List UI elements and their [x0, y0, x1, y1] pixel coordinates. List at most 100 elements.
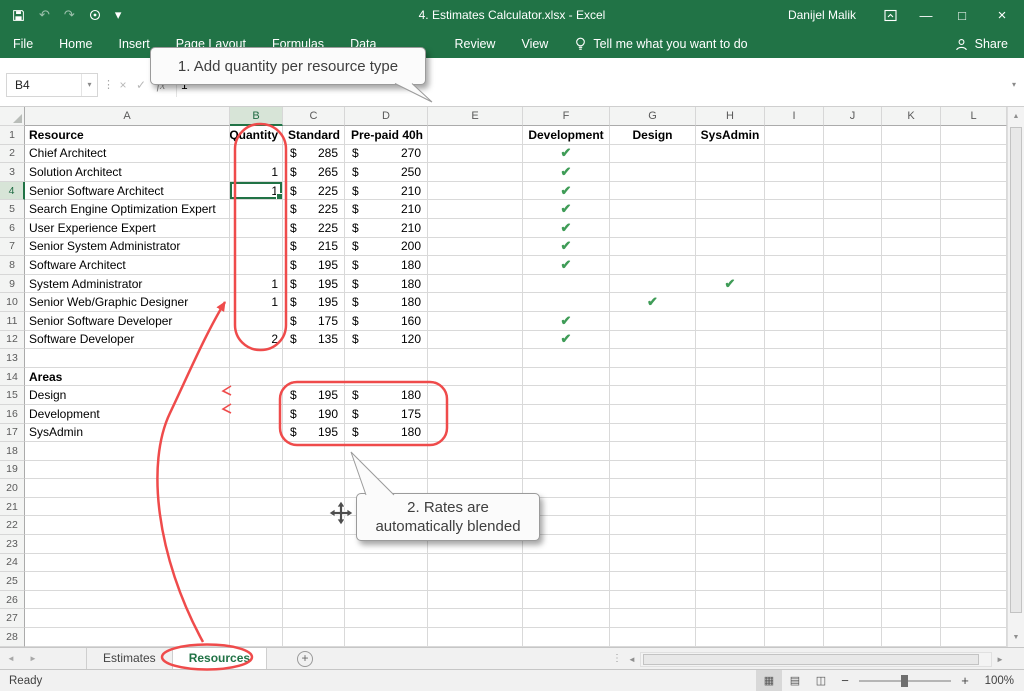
cell-H14[interactable]: [696, 368, 765, 387]
cell-F11[interactable]: ✔: [523, 312, 610, 331]
cell-L19[interactable]: [941, 461, 1007, 480]
cell-H28[interactable]: [696, 628, 765, 647]
tab-view[interactable]: View: [508, 30, 561, 58]
cell-L20[interactable]: [941, 479, 1007, 498]
cell-B6[interactable]: [230, 219, 283, 238]
cell-I5[interactable]: [765, 200, 824, 219]
cell-B11[interactable]: [230, 312, 283, 331]
cell-C14[interactable]: [283, 368, 345, 387]
cell-G21[interactable]: [610, 498, 696, 517]
cell-G23[interactable]: [610, 535, 696, 554]
cell-L22[interactable]: [941, 516, 1007, 535]
row-header-5[interactable]: 5: [0, 200, 25, 219]
cell-E15[interactable]: [428, 386, 523, 405]
cell-G11[interactable]: [610, 312, 696, 331]
cell-K15[interactable]: [882, 386, 941, 405]
cell-L17[interactable]: [941, 424, 1007, 443]
cell-I4[interactable]: [765, 182, 824, 201]
cell-D4[interactable]: $210: [345, 182, 428, 201]
cell-B28[interactable]: [230, 628, 283, 647]
cell-C3[interactable]: $265: [283, 163, 345, 182]
cell-I16[interactable]: [765, 405, 824, 424]
cell-A18[interactable]: [25, 442, 230, 461]
ribbon-display-options-icon[interactable]: [872, 0, 908, 30]
redo-icon[interactable]: ↷: [64, 0, 75, 30]
cell-F5[interactable]: ✔: [523, 200, 610, 219]
cell-J24[interactable]: [824, 554, 882, 573]
cell-H25[interactable]: [696, 572, 765, 591]
cell-L1[interactable]: [941, 126, 1007, 145]
cell-K19[interactable]: [882, 461, 941, 480]
cell-H19[interactable]: [696, 461, 765, 480]
cell-K17[interactable]: [882, 424, 941, 443]
cell-E17[interactable]: [428, 424, 523, 443]
column-header-I[interactable]: I: [765, 107, 824, 126]
cell-J4[interactable]: [824, 182, 882, 201]
cell-H21[interactable]: [696, 498, 765, 517]
cell-A13[interactable]: [25, 349, 230, 368]
cell-C15[interactable]: $195: [283, 386, 345, 405]
cell-J25[interactable]: [824, 572, 882, 591]
cell-E6[interactable]: [428, 219, 523, 238]
cell-I3[interactable]: [765, 163, 824, 182]
cell-B2[interactable]: [230, 145, 283, 164]
cell-F27[interactable]: [523, 609, 610, 628]
cell-F3[interactable]: ✔: [523, 163, 610, 182]
cell-I10[interactable]: [765, 293, 824, 312]
cell-K12[interactable]: [882, 331, 941, 350]
row-header-11[interactable]: 11: [0, 312, 25, 331]
scroll-right-icon[interactable]: ►: [992, 655, 1008, 664]
cell-C20[interactable]: [283, 479, 345, 498]
row-header-24[interactable]: 24: [0, 554, 25, 573]
cell-L8[interactable]: [941, 256, 1007, 275]
cell-B4[interactable]: 1: [230, 182, 283, 201]
cell-K27[interactable]: [882, 609, 941, 628]
cell-F24[interactable]: [523, 554, 610, 573]
cell-D18[interactable]: [345, 442, 428, 461]
cell-A21[interactable]: [25, 498, 230, 517]
cell-B1[interactable]: Quantity: [230, 126, 283, 145]
cell-L28[interactable]: [941, 628, 1007, 647]
row-header-27[interactable]: 27: [0, 609, 25, 628]
cell-J5[interactable]: [824, 200, 882, 219]
cell-C24[interactable]: [283, 554, 345, 573]
cell-D10[interactable]: $180: [345, 293, 428, 312]
cell-D17[interactable]: $180: [345, 424, 428, 443]
cell-G25[interactable]: [610, 572, 696, 591]
row-header-17[interactable]: 17: [0, 424, 25, 443]
view-page-layout-icon[interactable]: ▤: [782, 670, 808, 691]
cell-D8[interactable]: $180: [345, 256, 428, 275]
cell-G14[interactable]: [610, 368, 696, 387]
maximize-button[interactable]: □: [944, 0, 980, 30]
cell-E3[interactable]: [428, 163, 523, 182]
cell-A10[interactable]: Senior Web/Graphic Designer: [25, 293, 230, 312]
cell-I2[interactable]: [765, 145, 824, 164]
cell-G8[interactable]: [610, 256, 696, 275]
sheet-nav-left-icon[interactable]: ◄: [0, 648, 22, 669]
cell-J8[interactable]: [824, 256, 882, 275]
row-header-8[interactable]: 8: [0, 256, 25, 275]
cell-K18[interactable]: [882, 442, 941, 461]
cell-K16[interactable]: [882, 405, 941, 424]
cell-B19[interactable]: [230, 461, 283, 480]
cell-I27[interactable]: [765, 609, 824, 628]
cell-B13[interactable]: [230, 349, 283, 368]
cell-B3[interactable]: 1: [230, 163, 283, 182]
cell-L26[interactable]: [941, 591, 1007, 610]
cell-L18[interactable]: [941, 442, 1007, 461]
cell-K26[interactable]: [882, 591, 941, 610]
row-header-12[interactable]: 12: [0, 331, 25, 350]
cell-A3[interactable]: Solution Architect: [25, 163, 230, 182]
cell-K5[interactable]: [882, 200, 941, 219]
cell-H5[interactable]: [696, 200, 765, 219]
cell-D2[interactable]: $270: [345, 145, 428, 164]
cell-J19[interactable]: [824, 461, 882, 480]
row-header-20[interactable]: 20: [0, 479, 25, 498]
cell-I12[interactable]: [765, 331, 824, 350]
row-header-21[interactable]: 21: [0, 498, 25, 517]
cell-J3[interactable]: [824, 163, 882, 182]
zoom-out-button[interactable]: −: [834, 673, 856, 688]
cell-H7[interactable]: [696, 238, 765, 257]
cell-E13[interactable]: [428, 349, 523, 368]
cell-A8[interactable]: Software Architect: [25, 256, 230, 275]
